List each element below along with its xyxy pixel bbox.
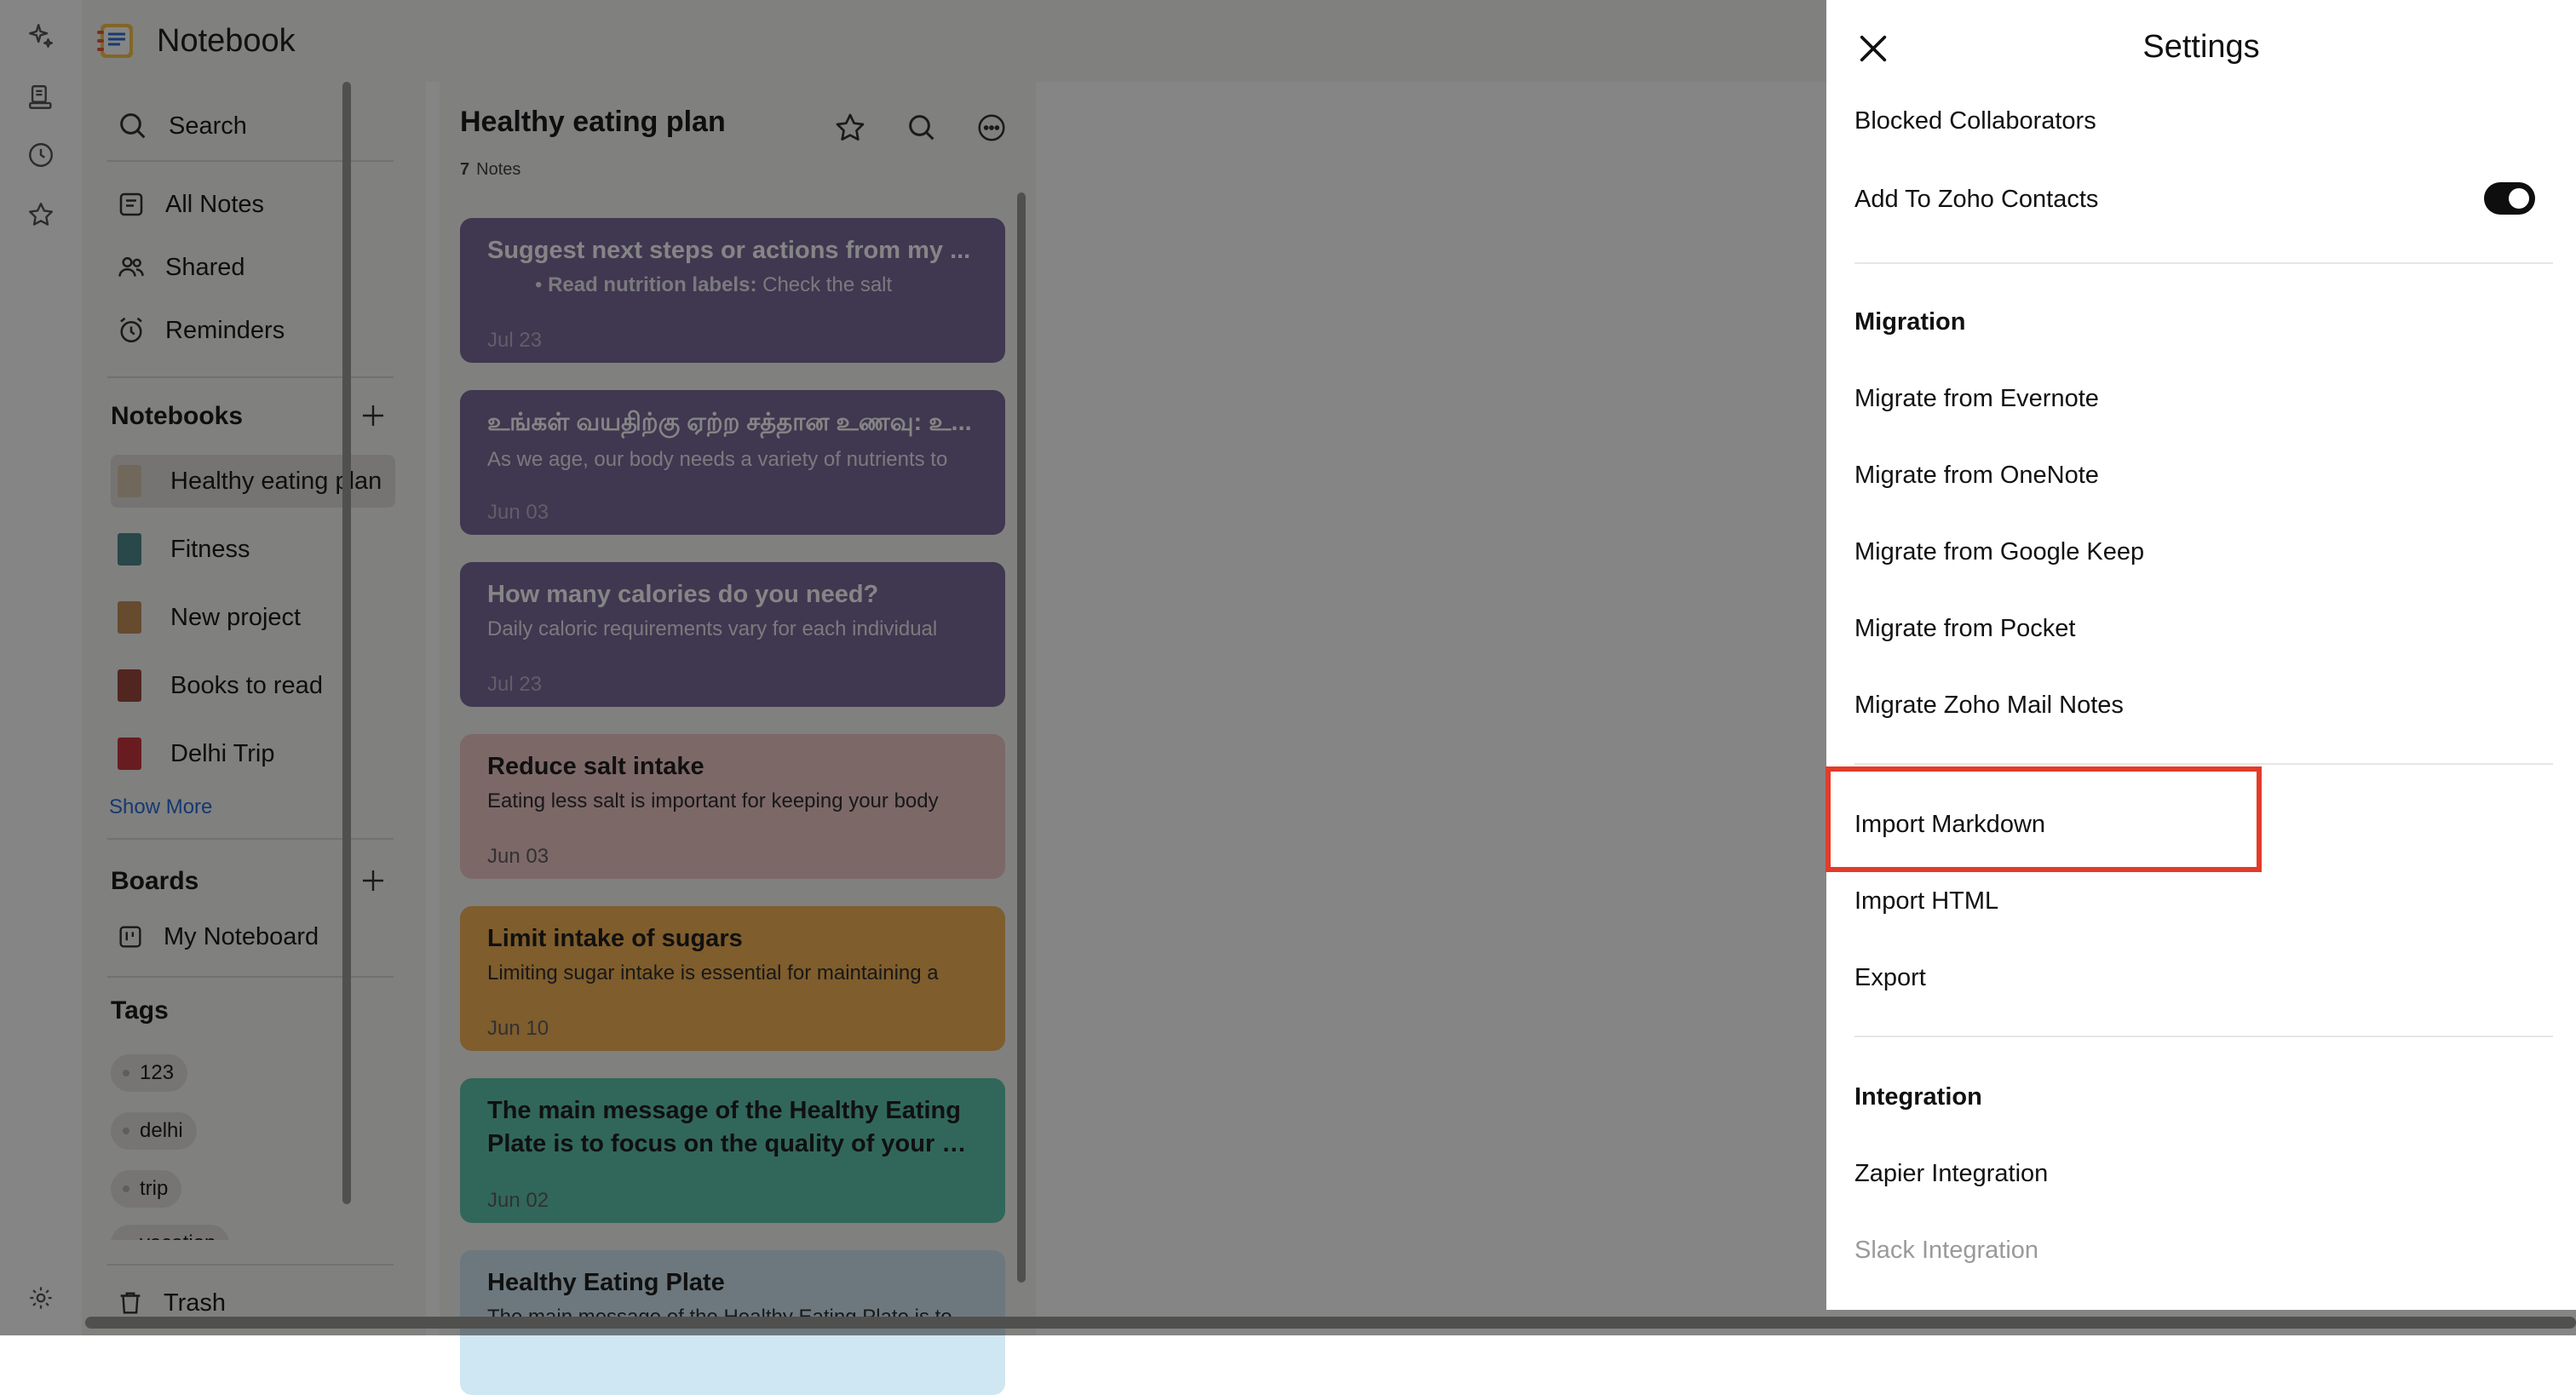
slack-integration-item[interactable]: Slack Integration (1854, 1233, 2038, 1267)
migrate-pocket-item[interactable]: Migrate from Pocket (1854, 611, 2075, 646)
migrate-evernote-item[interactable]: Migrate from Evernote (1854, 382, 2099, 416)
divider (1854, 763, 2553, 765)
migrate-onenote-item[interactable]: Migrate from OneNote (1854, 458, 2099, 492)
add-to-zoho-contacts-label: Add To Zoho Contacts (1854, 186, 2099, 213)
toggle-knob (2509, 188, 2529, 209)
zapier-integration-item[interactable]: Zapier Integration (1854, 1157, 2048, 1191)
highlight-box (1826, 766, 2262, 872)
import-html-item[interactable]: Import HTML (1854, 884, 1998, 918)
add-to-contacts-toggle[interactable] (2484, 182, 2535, 215)
export-item[interactable]: Export (1854, 961, 1926, 995)
migrate-google-keep-item[interactable]: Migrate from Google Keep (1854, 535, 2144, 569)
migration-header: Migration (1854, 308, 1966, 336)
integration-header: Integration (1854, 1083, 1982, 1111)
divider (1854, 1036, 2553, 1037)
blocked-collaborators-item[interactable]: Blocked Collaborators (1854, 104, 2096, 138)
migrate-zoho-mail-notes-item[interactable]: Migrate Zoho Mail Notes (1854, 688, 2124, 722)
settings-title: Settings (2142, 29, 2260, 65)
divider (1854, 262, 2553, 264)
settings-panel: Settings Blocked Collaborators Add To Zo… (1826, 0, 2576, 1310)
